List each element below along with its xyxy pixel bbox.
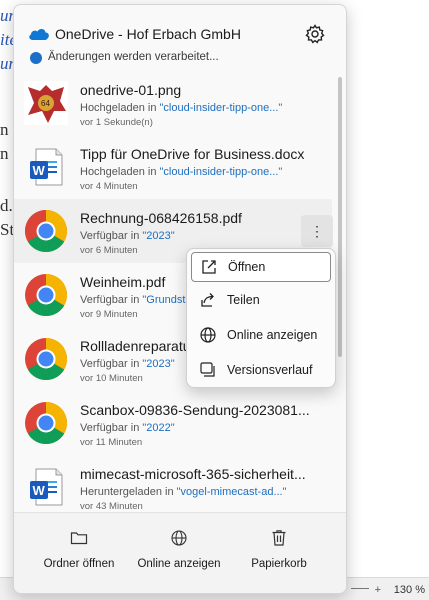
background-text: d. — [0, 196, 13, 215]
open-folder-button[interactable]: Ordner öffnen — [24, 527, 134, 570]
trash-icon — [272, 530, 286, 546]
context-menu: Öffnen Teilen Online anzeigen Versionsve… — [186, 248, 336, 388]
file-action: Verfügbar in — [80, 294, 143, 306]
chrome-icon — [25, 402, 68, 445]
globe-icon — [171, 530, 187, 546]
svg-text:W: W — [33, 163, 46, 178]
globe-icon — [200, 327, 216, 343]
settings-button[interactable] — [304, 23, 326, 45]
file-item[interactable]: Scanbox-09836-Sendung-2023081... Verfügb… — [14, 391, 332, 455]
list-scrollbar[interactable] — [338, 77, 342, 357]
chrome-icon — [25, 274, 68, 317]
folder-icon — [70, 532, 88, 545]
image-thumbnail-icon: 64 — [24, 81, 68, 125]
menu-item-version-history[interactable]: Versionsverlauf — [191, 356, 331, 384]
file-item[interactable]: W mimecast-microsoft-365-sicherheit... H… — [14, 455, 332, 519]
word-doc-icon: W — [30, 148, 63, 186]
file-time: vor 9 Minuten — [80, 309, 138, 320]
file-action: Verfügbar in — [80, 422, 143, 434]
file-status: Verfügbar in "2023" — [80, 358, 175, 370]
gear-icon — [305, 24, 325, 44]
file-status: Heruntergeladen in "vogel-mimecast-ad...… — [80, 486, 287, 498]
svg-text:64: 64 — [41, 99, 50, 108]
file-item[interactable]: W Tipp für OneDrive for Business.docx Ho… — [14, 135, 332, 199]
file-location-link[interactable]: "cloud-insider-tipp-one..." — [160, 166, 283, 178]
file-time: vor 43 Minuten — [80, 501, 143, 512]
menu-item-view-online[interactable]: Online anzeigen — [191, 321, 331, 349]
file-action: Verfügbar in — [80, 230, 143, 242]
open-external-icon — [202, 260, 216, 274]
file-location-link[interactable]: "cloud-insider-tipp-one..." — [160, 102, 283, 114]
flyout-header: OneDrive - Hof Erbach GmbH Änderungen we… — [14, 5, 346, 69]
file-action: Hochgeladen in — [80, 166, 160, 178]
svg-text:W: W — [33, 483, 46, 498]
sync-icon — [30, 52, 42, 64]
word-doc-icon: W — [30, 468, 63, 506]
menu-item-label: Versionsverlauf — [227, 363, 313, 377]
view-online-label: Online anzeigen — [137, 558, 221, 570]
flyout-footer: Ordner öffnen Online anzeigen Papierkorb — [14, 512, 346, 593]
file-name: mimecast-microsoft-365-sicherheit... — [80, 466, 306, 482]
file-status: Hochgeladen in "cloud-insider-tipp-one..… — [80, 102, 282, 114]
file-item[interactable]: 64 onedrive-01.png Hochgeladen in "cloud… — [14, 71, 332, 135]
file-name: onedrive-01.png — [80, 82, 182, 98]
file-status: Verfügbar in "2023" — [80, 230, 175, 242]
file-location-link[interactable]: "vogel-mimecast-ad..." — [177, 486, 287, 498]
file-action: Hochgeladen in — [80, 102, 160, 114]
file-action: Verfügbar in — [80, 358, 143, 370]
file-location-link[interactable]: "2023" — [142, 230, 174, 242]
menu-item-label: Teilen — [227, 293, 260, 307]
zoom-in-button[interactable]: + — [375, 584, 381, 596]
file-time: vor 6 Minuten — [80, 245, 138, 256]
recycle-bin-button[interactable]: Papierkorb — [224, 527, 334, 570]
view-online-button[interactable]: Online anzeigen — [124, 527, 234, 570]
open-folder-label: Ordner öffnen — [43, 558, 115, 570]
file-status: Verfügbar in "Grundst — [80, 294, 185, 306]
file-name: Rechnung-068426158.pdf — [80, 210, 242, 226]
menu-item-label: Öffnen — [228, 260, 266, 274]
zoom-level[interactable]: 130 % — [394, 584, 425, 596]
share-icon — [201, 293, 214, 307]
file-status: Hochgeladen in "cloud-insider-tipp-one..… — [80, 166, 282, 178]
file-status: Verfügbar in "2022" — [80, 422, 175, 434]
chrome-icon — [24, 210, 68, 253]
file-time: vor 4 Minuten — [80, 181, 138, 192]
background-text: n — [0, 144, 9, 163]
menu-item-label: Online anzeigen — [227, 328, 318, 342]
flyout-title: OneDrive - Hof Erbach GmbH — [55, 26, 241, 42]
menu-item-open[interactable]: Öffnen — [191, 252, 331, 282]
more-options-button[interactable]: ⋮ — [301, 215, 333, 247]
more-vertical-icon: ⋮ — [310, 222, 324, 239]
menu-item-share[interactable]: Teilen — [191, 286, 331, 314]
onedrive-cloud-icon — [29, 28, 49, 40]
file-action: Heruntergeladen in — [80, 486, 177, 498]
file-time: vor 10 Minuten — [80, 373, 143, 384]
version-history-icon — [200, 362, 215, 377]
sync-status: Änderungen werden verarbeitet... — [48, 51, 219, 63]
file-name: Tipp für OneDrive for Business.docx — [80, 146, 305, 162]
file-name: Scanbox-09836-Sendung-2023081... — [80, 402, 310, 418]
file-location-link[interactable]: "2022" — [142, 422, 174, 434]
file-time: vor 11 Minuten — [80, 437, 143, 448]
file-location-link[interactable]: "2023" — [142, 358, 174, 370]
file-time: vor 1 Sekunde(n) — [80, 117, 153, 128]
chrome-icon — [25, 338, 68, 381]
recycle-bin-label: Papierkorb — [251, 558, 307, 570]
file-location-link[interactable]: "Grundst — [142, 294, 185, 306]
zoom-slider[interactable] — [351, 588, 369, 589]
